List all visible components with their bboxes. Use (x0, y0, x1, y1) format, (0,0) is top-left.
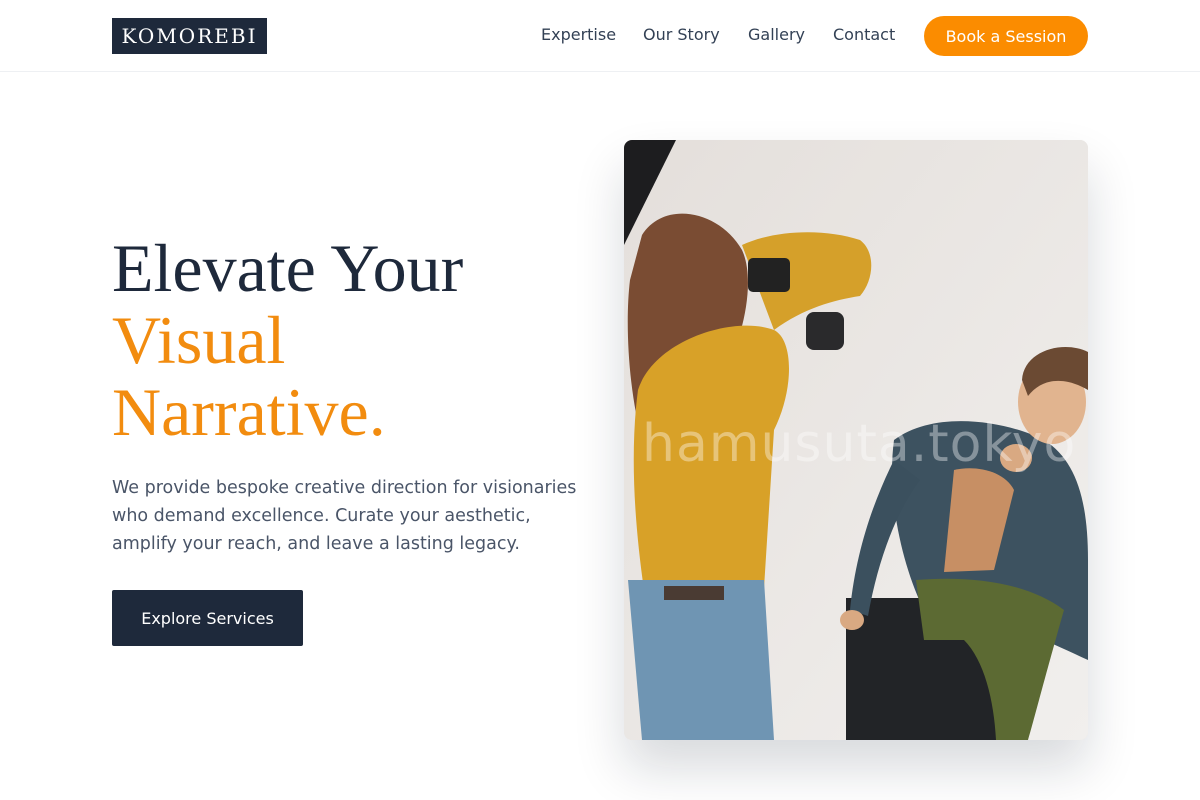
site-header: KOMOREBI Expertise Our Story Gallery Con… (0, 0, 1200, 72)
camera-icon (748, 258, 790, 292)
book-session-button[interactable]: Book a Session (924, 16, 1088, 56)
main-nav: Expertise Our Story Gallery Contact Book… (0, 0, 1200, 72)
nav-link-gallery[interactable]: Gallery (748, 24, 805, 46)
explore-services-button[interactable]: Explore Services (112, 590, 303, 646)
headline-line-3: Narrative. (112, 374, 386, 450)
image-watermark: hamusuta.tokyo (642, 414, 1077, 474)
headline-line-1: Elevate Your (112, 230, 464, 306)
hero-photo: hamusuta.tokyo (624, 140, 1088, 740)
nav-link-contact[interactable]: Contact (833, 24, 895, 46)
hero-headline: Elevate Your Visual Narrative. (112, 232, 582, 448)
hero-description: We provide bespoke creative direction fo… (112, 478, 577, 554)
headline-line-2: Visual (112, 302, 286, 378)
nav-link-expertise[interactable]: Expertise (541, 24, 616, 46)
nav-link-our-story[interactable]: Our Story (643, 24, 720, 46)
